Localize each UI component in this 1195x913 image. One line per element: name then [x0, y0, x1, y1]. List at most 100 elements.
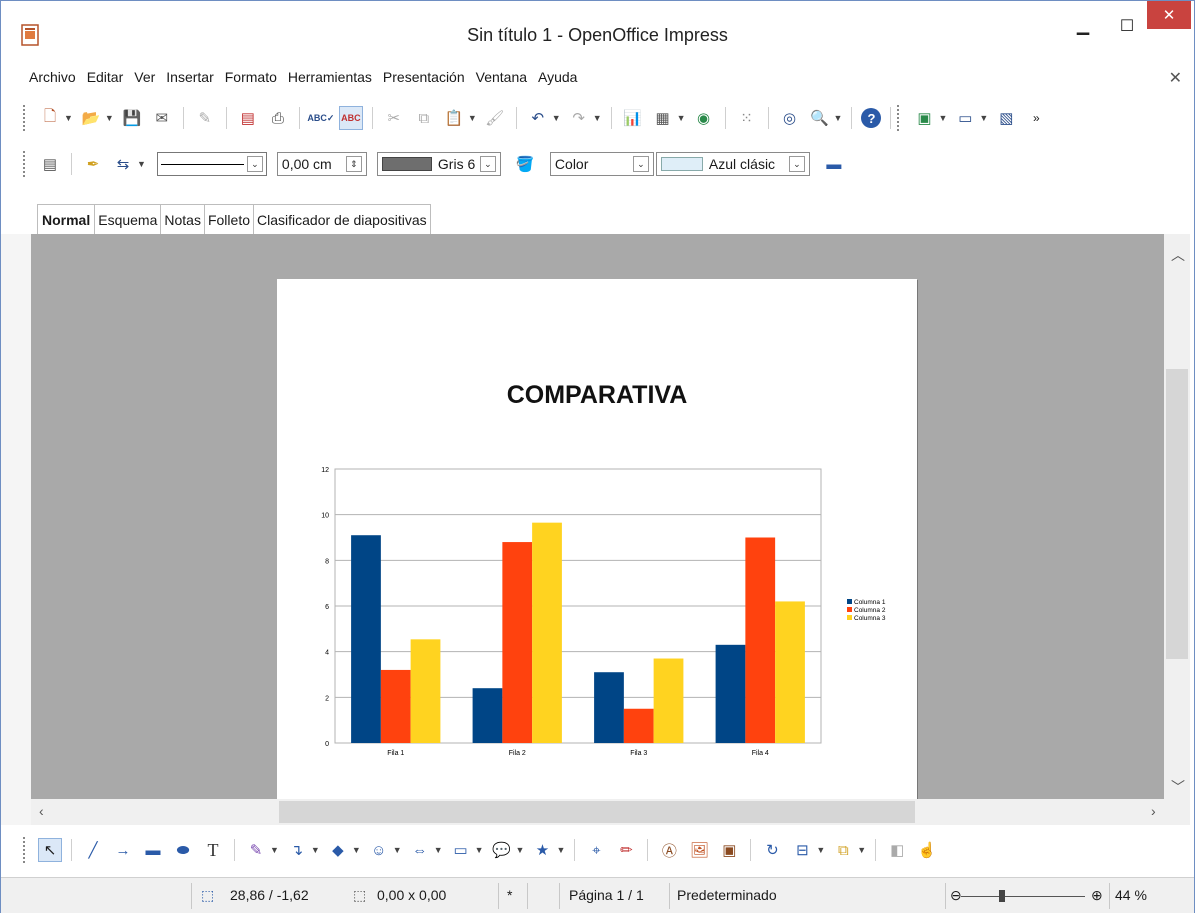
paste-icon[interactable]: 📋 — [442, 106, 466, 130]
toolbar-grip[interactable] — [23, 151, 27, 177]
tab-notas[interactable]: Notas — [160, 204, 205, 234]
interaction-icon[interactable]: ☝ — [915, 838, 939, 862]
export-pdf-icon[interactable]: ▤ — [236, 106, 260, 130]
chevron-down-icon[interactable]: ▼ — [834, 113, 843, 123]
chevron-down-icon[interactable]: ⌄ — [246, 156, 263, 172]
grid-icon[interactable]: ⁙ — [735, 106, 759, 130]
slide-title[interactable]: COMPARATIVA — [277, 381, 917, 410]
menu-herramientas[interactable]: Herramientas — [288, 69, 372, 85]
slide-pane-handle[interactable] — [1, 234, 31, 825]
chevron-down-icon[interactable]: ⌄ — [788, 156, 805, 172]
menu-ventana[interactable]: Ventana — [476, 69, 527, 85]
redo-icon[interactable]: ↷ — [567, 106, 591, 130]
points-icon[interactable]: ⌖ — [584, 838, 608, 862]
chevron-down-icon[interactable]: ▼ — [552, 113, 561, 123]
arrow-style-icon[interactable]: ⇆ — [111, 152, 135, 176]
clone-format-icon[interactable]: 🖌 — [483, 106, 507, 130]
fontwork-icon[interactable]: Ⓐ — [657, 838, 681, 862]
area-color-select[interactable]: Azul clásic ⌄ — [655, 152, 810, 176]
rectangle-tool-icon[interactable]: ▬ — [141, 838, 165, 862]
chevron-down-icon[interactable]: ⌄ — [632, 156, 649, 172]
from-file-icon[interactable]: 🖼 — [687, 838, 711, 862]
connector-tool-icon[interactable]: ↴ — [285, 838, 309, 862]
chevron-down-icon[interactable]: ⌄ — [479, 156, 496, 172]
zoom-in-icon[interactable]: ⊕ — [1091, 887, 1103, 904]
chevron-down-icon[interactable]: ▼ — [137, 159, 146, 169]
chevron-down-icon[interactable]: ▼ — [105, 113, 114, 123]
spin-icon[interactable]: ⇕ — [345, 156, 362, 172]
rotate-icon[interactable]: ↻ — [760, 838, 784, 862]
email-icon[interactable]: ✉ — [150, 106, 174, 130]
maximize-icon[interactable]: ☐ — [1105, 11, 1149, 41]
zoom-icon[interactable]: 🔍 — [808, 106, 832, 130]
vertical-scroll-thumb[interactable] — [1166, 369, 1188, 659]
autospellcheck-icon[interactable]: ABC — [338, 106, 363, 130]
tab-normal[interactable]: Normal — [37, 204, 96, 234]
scroll-down-icon[interactable]: ﹀ — [1171, 777, 1185, 797]
styles-icon[interactable]: ▤ — [38, 152, 62, 176]
area-fill-icon[interactable]: 🪣 — [513, 152, 537, 176]
stars-icon[interactable]: ★ — [530, 838, 554, 862]
line-width-field[interactable]: 0,00 cm ⇕ — [276, 152, 367, 176]
chevron-down-icon[interactable]: ▼ — [64, 113, 73, 123]
chevron-down-icon[interactable]: ▼ — [516, 845, 525, 855]
area-style-select[interactable]: Color ⌄ — [549, 152, 654, 176]
menu-presentacion[interactable]: Presentación — [383, 69, 465, 85]
toolbar-grip[interactable] — [23, 837, 27, 863]
chevron-down-icon[interactable]: ▼ — [556, 845, 565, 855]
basic-shapes-icon[interactable]: ◆ — [326, 838, 350, 862]
slide-icon[interactable]: ▣ — [912, 106, 936, 130]
zoom-slider-track[interactable] — [961, 896, 1085, 897]
tab-esquema[interactable]: Esquema — [94, 204, 162, 234]
line-color-select[interactable]: Gris 6 ⌄ — [376, 152, 501, 176]
arrow-tool-icon[interactable]: → — [111, 838, 135, 862]
chart-bar[interactable] — [653, 658, 684, 743]
chevron-down-icon[interactable]: ▼ — [938, 113, 947, 123]
tab-clasificador[interactable]: Clasificador de diapositivas — [253, 204, 431, 234]
chart-bar[interactable] — [380, 669, 411, 743]
save-icon[interactable]: 💾 — [120, 106, 144, 130]
menu-insertar[interactable]: Insertar — [166, 69, 213, 85]
chevron-down-icon[interactable]: ▼ — [270, 845, 279, 855]
zoom-out-icon[interactable]: ⊖ — [950, 887, 962, 904]
chevron-down-icon[interactable]: ▼ — [468, 113, 477, 123]
close-window-icon[interactable]: ✕ — [1147, 1, 1191, 29]
chevron-down-icon[interactable]: ▼ — [857, 845, 866, 855]
horizontal-scroll-thumb[interactable] — [279, 801, 915, 823]
select-pointer-icon[interactable]: ↖ — [38, 838, 62, 862]
chart-bar[interactable] — [351, 535, 381, 743]
arrange-icon[interactable]: ⧉ — [831, 838, 855, 862]
modified-indicator[interactable]: * — [507, 887, 512, 903]
print-icon[interactable]: ⎙ — [266, 106, 290, 130]
slide-design-icon[interactable]: ▧ — [994, 106, 1018, 130]
slide-layout-icon[interactable]: ▭ — [953, 106, 977, 130]
extrusion-icon[interactable]: ◧ — [885, 838, 909, 862]
chart-bar[interactable] — [775, 601, 805, 743]
navigator-icon[interactable]: ◎ — [778, 106, 802, 130]
chart-bar[interactable] — [502, 542, 533, 743]
chevron-down-icon[interactable]: ▼ — [979, 113, 988, 123]
help-icon[interactable]: ? — [861, 108, 882, 128]
scroll-up-icon[interactable]: ︿ — [1171, 245, 1185, 265]
flowchart-icon[interactable]: ▭ — [449, 838, 473, 862]
menu-formato[interactable]: Formato — [225, 69, 277, 85]
menu-ver[interactable]: Ver — [134, 69, 155, 85]
callouts-icon[interactable]: 💬 — [490, 838, 514, 862]
insert-chart-icon[interactable]: 📊 — [621, 106, 645, 130]
cut-icon[interactable]: ✂ — [382, 106, 406, 130]
slide-canvas[interactable]: COMPARATIVA 0 2 4 6 8 10 12 Fila 1 Fila 2 Fila 3 F… — [277, 279, 917, 799]
new-document-icon[interactable]: 🗋 — [38, 106, 62, 130]
chevron-down-icon[interactable]: ▼ — [816, 845, 825, 855]
text-tool-icon[interactable]: T — [201, 838, 225, 862]
chart-bar[interactable] — [594, 672, 624, 743]
bar-chart[interactable]: 0 2 4 6 8 10 12 Fila 1 Fila 2 Fila 3 Fila 4 Columna… — [307, 459, 907, 799]
zoom-slider-handle[interactable] — [999, 890, 1005, 902]
edit-file-icon[interactable]: ✎ — [193, 106, 217, 130]
close-document-icon[interactable]: ✕ — [1169, 68, 1182, 88]
shadow-icon[interactable]: ▬ — [822, 152, 846, 176]
scroll-right-icon[interactable]: › — [1151, 803, 1156, 819]
align-icon[interactable]: ⊟ — [790, 838, 814, 862]
chevron-down-icon[interactable]: ▼ — [352, 845, 361, 855]
chevron-down-icon[interactable]: ▼ — [434, 845, 443, 855]
gallery-icon[interactable]: ▣ — [717, 838, 741, 862]
